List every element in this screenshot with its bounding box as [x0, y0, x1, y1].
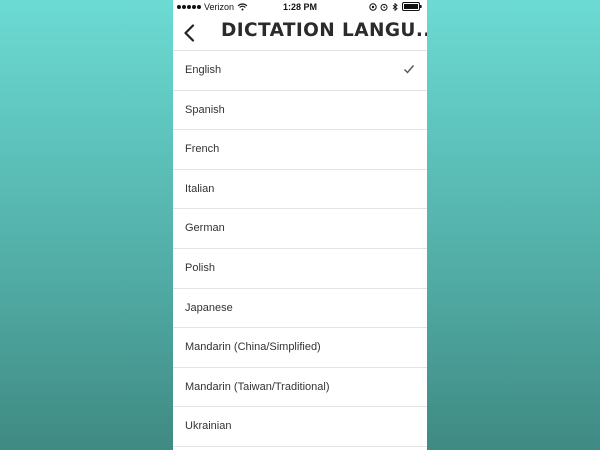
language-item[interactable]: Spanish	[173, 91, 427, 131]
language-label: German	[185, 222, 225, 235]
language-item[interactable]: Mandarin (China/Simplified)	[173, 328, 427, 368]
language-item[interactable]: Italian	[173, 170, 427, 210]
language-label: Italian	[185, 182, 215, 195]
language-item[interactable]: Japanese	[173, 289, 427, 329]
chevron-left-icon	[184, 24, 195, 42]
language-item[interactable]: Ukrainian	[173, 407, 427, 447]
alarm-icon	[380, 3, 388, 11]
language-item[interactable]: French	[173, 130, 427, 170]
phone-screen: Verizon 1:28 PM DICTATION LANGU... Engli…	[173, 0, 427, 450]
language-item[interactable]: Mandarin (Taiwan/Traditional)	[173, 368, 427, 408]
battery-icon	[402, 2, 422, 11]
language-label: Mandarin (China/Simplified)	[185, 341, 321, 354]
checkmark-icon	[404, 65, 415, 74]
language-label: Japanese	[185, 301, 233, 314]
language-label: English	[185, 64, 222, 76]
status-bar: Verizon 1:28 PM	[173, 0, 427, 16]
language-label: Spanish	[185, 103, 225, 116]
back-button[interactable]	[177, 21, 201, 45]
language-label: Ukrainian	[185, 420, 232, 433]
status-right	[369, 2, 422, 11]
nav-bar: DICTATION LANGU...	[173, 16, 427, 51]
language-item[interactable]: English	[173, 51, 427, 91]
language-item[interactable]: Polish	[173, 249, 427, 289]
language-label: Mandarin (Taiwan/Traditional)	[185, 380, 330, 393]
language-label: French	[185, 143, 220, 156]
page-title: DICTATION LANGU...	[221, 20, 427, 41]
language-item[interactable]: German	[173, 209, 427, 249]
language-list: English Spanish French Italian German Polish J…	[173, 51, 427, 447]
language-label: Polish	[185, 261, 215, 274]
bluetooth-icon	[392, 2, 398, 11]
location-icon	[369, 2, 377, 11]
